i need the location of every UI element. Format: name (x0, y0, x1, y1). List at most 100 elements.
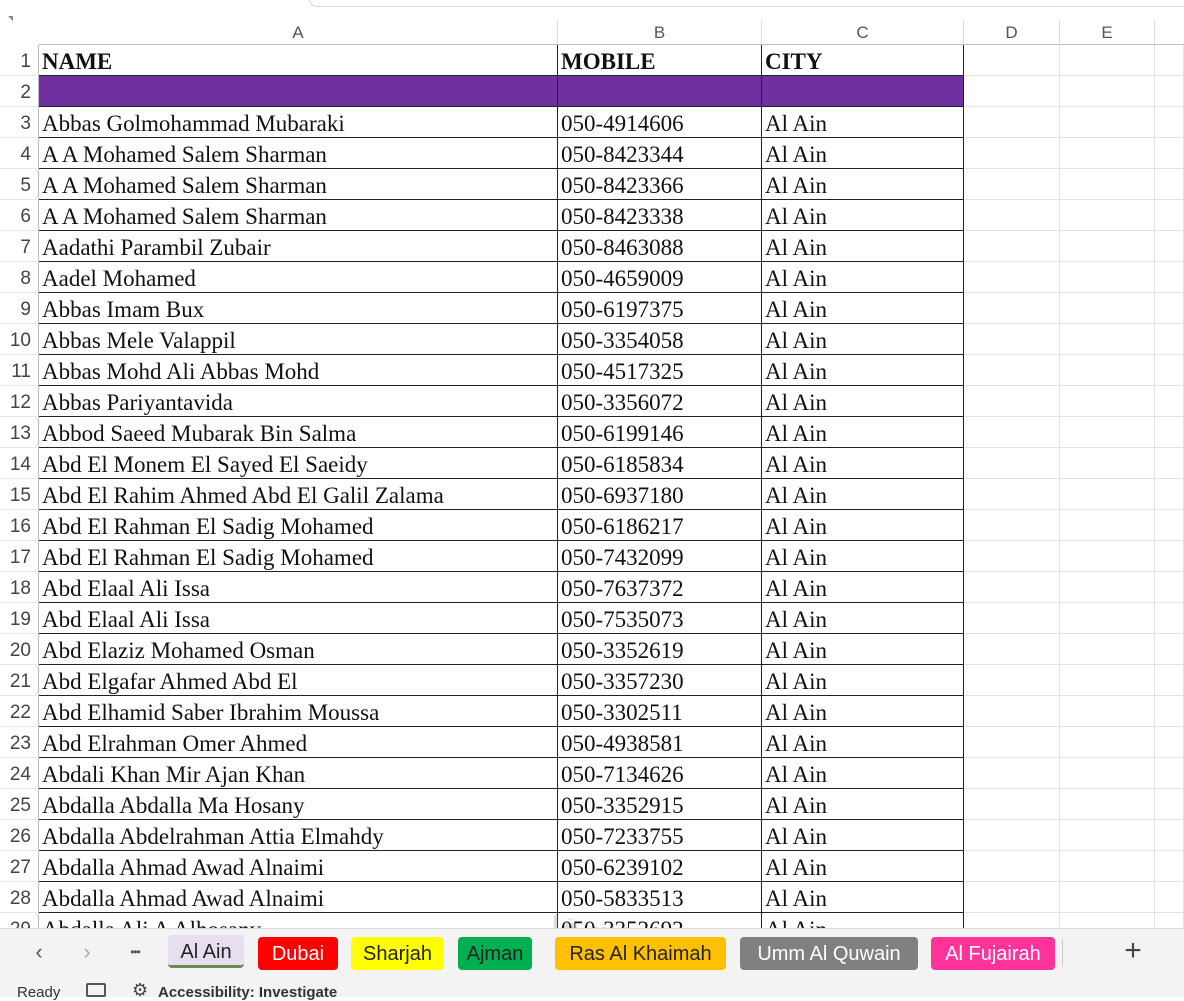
cell-empty[interactable] (1155, 541, 1184, 572)
row-number[interactable]: 2 (0, 76, 39, 107)
cell-name[interactable]: Abd El Rahim Ahmed Abd El Galil Zalama (39, 479, 558, 510)
prev-sheet-button[interactable]: ‹ (24, 937, 54, 967)
cell-empty[interactable] (1060, 665, 1155, 696)
cell-empty[interactable] (964, 293, 1060, 324)
row-number[interactable]: 22 (0, 696, 39, 727)
cell-city[interactable]: Al Ain (762, 200, 964, 231)
cell-mobile[interactable]: 050-3354058 (558, 324, 762, 355)
cell-empty[interactable] (964, 696, 1060, 727)
row-number[interactable]: 20 (0, 634, 39, 665)
cell-empty[interactable] (1060, 572, 1155, 603)
row-number[interactable]: 3 (0, 107, 39, 138)
row-number[interactable]: 27 (0, 851, 39, 882)
cell-city[interactable]: Al Ain (762, 572, 964, 603)
cell-name[interactable]: Abd Elhamid Saber Ibrahim Moussa (39, 696, 558, 727)
cell-empty[interactable] (964, 479, 1060, 510)
cell-city[interactable]: Al Ain (762, 107, 964, 138)
cell-city[interactable]: Al Ain (762, 355, 964, 386)
cell-name[interactable]: Abd Elaal Ali Issa (39, 603, 558, 634)
cell-empty[interactable] (964, 355, 1060, 386)
cell-empty[interactable] (1155, 603, 1184, 634)
cell-empty[interactable] (964, 169, 1060, 200)
cell-city[interactable]: Al Ain (762, 324, 964, 355)
cell-name[interactable]: Abbas Imam Bux (39, 293, 558, 324)
cell-name[interactable]: Abd Elaal Ali Issa (39, 572, 558, 603)
cell-empty[interactable] (1060, 634, 1155, 665)
row-number[interactable]: 18 (0, 572, 39, 603)
cell-city[interactable]: Al Ain (762, 417, 964, 448)
cell-empty[interactable] (1060, 386, 1155, 417)
cell-empty[interactable] (1060, 696, 1155, 727)
cell-name[interactable]: Abbas Mele Valappil (39, 324, 558, 355)
cell-empty[interactable] (964, 386, 1060, 417)
cell-highlight[interactable] (39, 76, 558, 107)
more-sheets-button[interactable]: ••• (120, 937, 150, 967)
cell-empty[interactable] (1060, 603, 1155, 634)
cell-empty[interactable] (1060, 45, 1155, 76)
macro-recording-icon[interactable] (86, 983, 106, 997)
cell-mobile-header[interactable]: MOBILE (558, 45, 762, 76)
row-number[interactable]: 14 (0, 448, 39, 479)
cell-mobile[interactable]: 050-7134626 (558, 758, 762, 789)
cell-empty[interactable] (1060, 510, 1155, 541)
cell-empty[interactable] (1060, 107, 1155, 138)
column-header-a[interactable]: A (39, 20, 558, 45)
cell-empty[interactable] (1060, 417, 1155, 448)
cell-empty[interactable] (1060, 448, 1155, 479)
cell-empty[interactable] (1060, 882, 1155, 913)
cell-name[interactable]: Abd Elaziz Mohamed Osman (39, 634, 558, 665)
cell-empty[interactable] (1060, 820, 1155, 851)
cell-empty[interactable] (1155, 448, 1184, 479)
cell-empty[interactable] (1155, 665, 1184, 696)
cell-empty[interactable] (1060, 324, 1155, 355)
row-number[interactable]: 24 (0, 758, 39, 789)
cell-empty[interactable] (964, 634, 1060, 665)
cell-name[interactable]: Abd Elgafar Ahmed Abd El (39, 665, 558, 696)
cell-empty[interactable] (964, 820, 1060, 851)
cell-empty[interactable] (1060, 851, 1155, 882)
cell-empty[interactable] (964, 572, 1060, 603)
row-number[interactable]: 26 (0, 820, 39, 851)
cell-empty[interactable] (964, 262, 1060, 293)
cell-mobile[interactable]: 050-8423338 (558, 200, 762, 231)
cell-empty[interactable] (1060, 169, 1155, 200)
row-number[interactable]: 23 (0, 727, 39, 758)
cell-empty[interactable] (1155, 293, 1184, 324)
cell-name[interactable]: Abd El Rahman El Sadig Mohamed (39, 541, 558, 572)
cell-empty[interactable] (1155, 820, 1184, 851)
cell-empty[interactable] (1155, 76, 1184, 107)
cell-name[interactable]: A A Mohamed Salem Sharman (39, 169, 558, 200)
cell-empty[interactable] (1155, 696, 1184, 727)
cell-city[interactable]: Al Ain (762, 727, 964, 758)
cell-city[interactable]: Al Ain (762, 262, 964, 293)
row-number[interactable]: 4 (0, 138, 39, 169)
cell-mobile[interactable]: 050-6199146 (558, 417, 762, 448)
cell-mobile[interactable]: 050-4659009 (558, 262, 762, 293)
cell-city[interactable]: Al Ain (762, 479, 964, 510)
cell-empty[interactable] (1155, 510, 1184, 541)
cell-mobile[interactable]: 050-3356072 (558, 386, 762, 417)
cell-empty[interactable] (964, 417, 1060, 448)
cell-mobile[interactable]: 050-6937180 (558, 479, 762, 510)
cell-mobile[interactable]: 050-4938581 (558, 727, 762, 758)
cell-empty[interactable] (1155, 851, 1184, 882)
cell-highlight[interactable] (558, 76, 762, 107)
cell-empty[interactable] (1060, 758, 1155, 789)
cell-empty[interactable] (964, 138, 1060, 169)
cell-empty[interactable] (964, 76, 1060, 107)
cell-empty[interactable] (964, 603, 1060, 634)
cell-empty[interactable] (1155, 231, 1184, 262)
cell-name[interactable]: Abbas Pariyantavida (39, 386, 558, 417)
cell-empty[interactable] (1155, 479, 1184, 510)
cell-empty[interactable] (964, 324, 1060, 355)
cell-empty[interactable] (964, 541, 1060, 572)
add-sheet-button[interactable]: + (1118, 936, 1148, 966)
cell-empty[interactable] (1060, 231, 1155, 262)
cell-name[interactable]: Abbas Mohd Ali Abbas Mohd (39, 355, 558, 386)
cell-name[interactable]: Abd El Monem El Sayed El Saeidy (39, 448, 558, 479)
column-header-c[interactable]: C (762, 20, 964, 45)
cell-empty[interactable] (1060, 355, 1155, 386)
cell-mobile[interactable]: 050-7535073 (558, 603, 762, 634)
cell-city[interactable]: Al Ain (762, 448, 964, 479)
cell-empty[interactable] (1155, 107, 1184, 138)
